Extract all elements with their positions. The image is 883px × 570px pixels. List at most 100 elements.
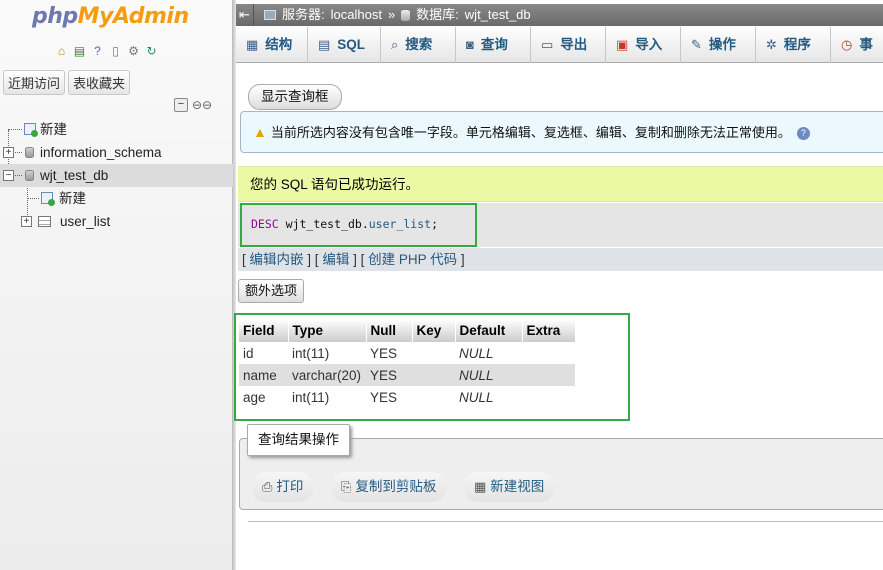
tab-export[interactable]: ▭ 导出 [531,27,606,63]
query-icon: ◙ [466,37,474,52]
tab-label: SQL [337,37,366,52]
column-header[interactable]: Default [455,319,523,342]
table-cell[interactable] [412,364,455,386]
structure-icon: ▦ [246,37,259,52]
tab-operations[interactable]: ✎ 操作 [681,27,756,63]
table-cell[interactable]: int(11) [288,342,366,364]
tab-label: 导入 [635,37,663,52]
database-icon [25,147,34,158]
breadcrumb: 服务器: localhost » 数据库: wjt_test_db [264,4,531,26]
table-cell[interactable]: int(11) [288,386,366,408]
tab-structure[interactable]: ▦ 结构 [236,27,308,63]
logout-icon[interactable]: ▤ [72,44,87,59]
table-cell[interactable] [412,342,455,364]
copy-label: 复制到剪贴板 [355,479,437,494]
table-cell[interactable]: YES [366,386,412,408]
arrow-left-icon[interactable]: ⇤ [236,4,254,26]
column-header[interactable]: Type [288,319,367,342]
create-php-code-link[interactable]: 创建 PHP 代码 [368,252,457,267]
sql-icon: ▤ [318,37,331,52]
view-icon: ▦ [474,479,487,494]
phpmyadmin-logo[interactable]: phpMyAdmin [32,4,189,29]
tab-import[interactable]: ▣ 导入 [606,27,681,63]
collapse-icon[interactable]: − [3,170,14,181]
settings-icon[interactable]: ⚙ [126,44,141,59]
print-button[interactable]: ⎙ 打印 [252,472,314,502]
tree-item-wjt-test-db[interactable]: − wjt_test_db [0,164,233,187]
table-cell[interactable] [522,364,575,386]
table-row: id int(11) YES NULL [239,342,575,364]
table-cell[interactable] [522,386,575,408]
nav-resize-handle[interactable] [233,0,236,570]
tab-routines[interactable]: ✲ 程序 [756,27,831,63]
new-db-icon [24,123,38,137]
extra-options-button[interactable]: 额外选项 [238,279,305,303]
tab-query[interactable]: ◙ 查询 [456,27,531,63]
tree-item-label: wjt_test_db [40,168,109,183]
tab-events[interactable]: ◷ 事 [831,27,883,63]
column-header[interactable]: Null [366,319,413,342]
tab-label: 结构 [265,37,293,52]
tab-search[interactable]: ⌕ 搜索 [381,27,456,63]
table-row: name varchar(20) YES NULL [239,364,575,386]
routines-icon: ✲ [766,37,777,52]
query-links-bar: [ 编辑内嵌 ] [ 编辑 ] [ 创建 PHP 代码 ] [238,248,883,271]
show-query-box-button[interactable]: 显示查询框 [248,84,342,110]
help-icon[interactable]: ? [90,44,105,59]
tab-label: 程序 [783,37,811,52]
breadcrumb-server-link[interactable]: localhost [331,4,382,26]
breadcrumb-db-link[interactable]: wjt_test_db [465,4,531,26]
edit-link[interactable]: 编辑 [322,252,349,267]
column-header[interactable]: Extra [522,319,576,342]
inline-edit-link[interactable]: 编辑内嵌 [250,252,304,267]
table-cell[interactable]: name [239,364,288,386]
tree-item-new-db[interactable]: 新建 [0,118,233,141]
help-icon[interactable]: ? [796,127,810,141]
table-cell[interactable]: age [239,386,288,408]
bracket: ] [ [353,252,365,267]
expand-icon[interactable]: + [3,147,14,158]
create-view-label: 新建视图 [490,479,545,494]
sql-highlight-box [240,203,477,247]
success-message: 您的 SQL 语句已成功运行。 [238,166,883,202]
favorites-button[interactable]: 表收藏夹 [68,70,131,95]
tree-item-user-list[interactable]: + user_list [0,210,233,233]
table-cell[interactable]: NULL [455,386,522,408]
logo-part-php: php [32,4,78,29]
reload-icon[interactable]: ↻ [144,44,159,59]
breadcrumb-server-label: 服务器: [282,7,325,22]
printer-icon: ⎙ [262,479,273,494]
table-icon [38,216,51,227]
notice-message: ▲ 当前所选内容没有包含唯一字段。单元格编辑、复选框、编辑、复制和删除无法正常使用… [240,111,883,153]
link-icon[interactable]: ⊖⊖ [192,98,212,112]
create-view-button[interactable]: ▦ 新建视图 [464,472,555,502]
result-table: Field Type Null Key Default Extra id int… [239,319,576,408]
database-icon [401,9,411,21]
table-cell[interactable]: varchar(20) [288,364,366,386]
expand-icon[interactable]: + [21,216,32,227]
tree-item-information-schema[interactable]: + information_schema [0,141,233,164]
tab-label: 操作 [708,37,736,52]
new-table-icon [41,192,55,206]
tree-item-label: 新建 [59,191,86,206]
table-cell[interactable] [412,386,455,408]
table-cell[interactable] [522,342,575,364]
docs-icon[interactable]: ▯ [108,44,123,59]
tree-item-new-table[interactable]: 新建 [0,187,233,210]
table-cell[interactable]: id [239,342,288,364]
copy-to-clipboard-button[interactable]: ⎘ 复制到剪贴板 [331,472,447,502]
table-cell[interactable]: NULL [455,342,522,364]
table-cell[interactable]: YES [366,364,412,386]
import-icon: ▣ [616,37,629,52]
column-header[interactable]: Key [412,319,456,342]
recent-button[interactable]: 近期访问 [3,70,66,95]
divider [248,521,883,522]
tab-sql[interactable]: ▤ SQL [308,27,381,63]
operations-legend: 查询结果操作 [247,424,350,456]
column-header[interactable]: Field [239,319,289,342]
table-cell[interactable]: YES [366,342,412,364]
tree-item-label: information_schema [40,145,162,160]
collapse-all-icon[interactable]: − [174,98,188,112]
table-cell[interactable]: NULL [455,364,522,386]
home-icon[interactable]: ⌂ [54,44,69,59]
